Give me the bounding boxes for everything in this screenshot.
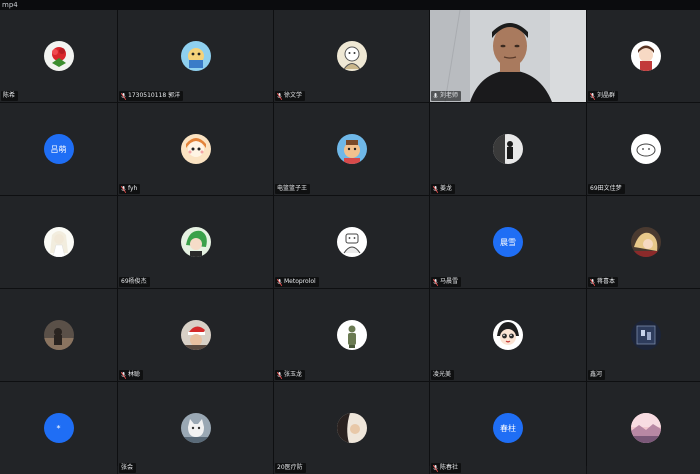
participant-tile[interactable]: 陈希 [0, 10, 117, 102]
participant-tile[interactable]: 20医疗防 [274, 382, 429, 474]
participant-name-label: fyh [119, 184, 141, 194]
participant-name-label: 69田文佳梦 [588, 184, 625, 194]
participant-name-label: 69杨俊杰 [119, 277, 150, 287]
participant-name-label: 马晨雪 [431, 277, 462, 287]
participant-tile[interactable]: 林聪 [118, 289, 273, 381]
cartoon-avatar-icon [180, 41, 211, 71]
participant-name-label: 陈希 [1, 91, 19, 101]
beige-photo-icon [336, 413, 367, 443]
participant-tile[interactable]: 电篮篮子王 [274, 103, 429, 195]
participant-name-label: 电篮篮子王 [275, 184, 311, 194]
participant-tile[interactable]: 张玉龙 [274, 289, 429, 381]
window-title: mp4 [0, 0, 700, 10]
green-person-icon [336, 320, 367, 350]
participant-tile[interactable]: 春柱 陈春社 [430, 382, 586, 474]
white-bride-icon [43, 227, 74, 257]
mic-muted-icon [590, 278, 595, 286]
mic-muted-icon [433, 185, 438, 193]
participant-name-label: 1730510118 郭洋 [119, 91, 184, 101]
participant-tile[interactable]: 69杨俊杰 [118, 196, 273, 288]
participant-name-label: 凌光美 [431, 370, 455, 380]
participant-tile[interactable]: 晨雪 马晨雪 [430, 196, 586, 288]
sketch-bear-icon [336, 227, 367, 257]
participant-name-label: 张会 [119, 463, 137, 473]
participant-name-label: 20医疗防 [275, 463, 306, 473]
mic-muted-icon [277, 92, 282, 100]
live-video-feed [430, 10, 586, 102]
anime-green-icon [180, 227, 211, 257]
mic-muted-icon [121, 185, 126, 193]
participant-tile[interactable] [587, 382, 700, 474]
participant-tile[interactable] [0, 289, 117, 381]
pink-landscape-icon [630, 413, 661, 443]
anime-face-icon [493, 320, 523, 350]
mic-muted-icon [433, 278, 438, 286]
mic-muted-icon [277, 278, 282, 286]
participant-name-label: 徐文学 [275, 91, 306, 101]
cartoon-girl-icon [180, 134, 211, 164]
text-avatar: 晨雪 [493, 227, 523, 257]
white-blob-icon [630, 134, 661, 164]
mic-muted-icon [277, 371, 282, 379]
participant-tile[interactable]: * [0, 382, 117, 474]
participant-name-label: 刘晶群 [588, 91, 619, 101]
text-avatar: * [43, 413, 74, 443]
cat-icon [180, 413, 211, 443]
participant-tile[interactable]: 蒋喜本 [587, 196, 700, 288]
participant-tile-video[interactable]: 刘老师 [430, 10, 586, 102]
participant-tile[interactable]: fyh [118, 103, 273, 195]
participant-tile[interactable]: 张会 [118, 382, 273, 474]
participant-tile[interactable]: 鑫河 [587, 289, 700, 381]
participant-name-label: 姜龙 [431, 184, 456, 194]
participant-name-label: 蒋喜本 [588, 277, 619, 287]
participant-name-label: Metoprolol [275, 277, 319, 287]
dark-photo-icon [43, 320, 74, 350]
mic-on-icon [433, 92, 438, 98]
mic-muted-icon [590, 92, 595, 100]
participant-tile[interactable]: 凌光美 [430, 289, 586, 381]
sketch-avatar-icon [336, 41, 367, 71]
participant-name-label: 张玉龙 [275, 370, 306, 380]
santa-hat-icon [180, 320, 211, 350]
mic-muted-icon [121, 371, 126, 379]
participant-name-label: 陈春社 [431, 463, 462, 473]
participant-name-label: 林聪 [119, 370, 144, 380]
anime-hair-icon [630, 227, 661, 257]
participant-tile[interactable]: 徐文学 [274, 10, 429, 102]
night-photo-icon [630, 320, 661, 350]
text-avatar: 春柱 [493, 413, 523, 443]
dark-figure-icon [493, 134, 523, 164]
participant-tile[interactable]: 姜龙 [430, 103, 586, 195]
participant-tile[interactable]: 吕萌 [0, 103, 117, 195]
participant-name-label: 鑫河 [588, 370, 606, 380]
anime-girl-icon [630, 41, 661, 71]
red-flower-icon [43, 41, 74, 71]
participant-tile[interactable] [0, 196, 117, 288]
participant-name-label: 刘老师 [431, 91, 462, 101]
mic-muted-icon [121, 92, 126, 100]
participant-tile[interactable]: 1730510118 郭洋 [118, 10, 273, 102]
cartoon-character-icon [336, 134, 367, 164]
participant-tile[interactable]: 69田文佳梦 [587, 103, 700, 195]
participant-tile[interactable]: Metoprolol [274, 196, 429, 288]
participant-tile[interactable]: 刘晶群 [587, 10, 700, 102]
participant-grid: 陈希 1730510118 郭洋 徐文学 刘老师 刘晶群 吕萌 fyh 电篮篮子… [0, 10, 700, 474]
text-avatar: 吕萌 [43, 134, 74, 164]
